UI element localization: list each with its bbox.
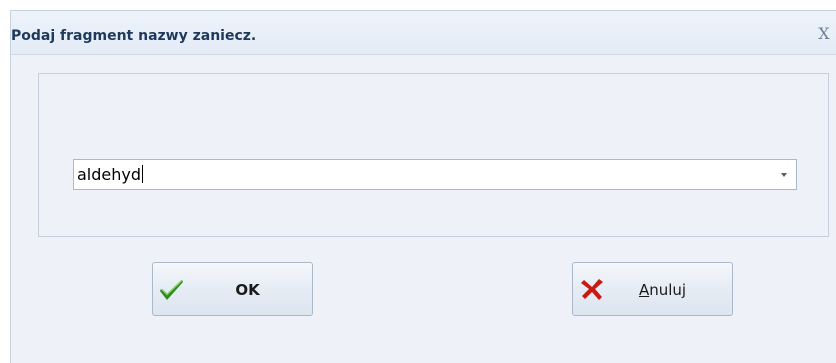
combobox-value[interactable]: aldehyd: [77, 165, 144, 184]
close-icon: X: [818, 24, 830, 43]
cancel-label-rest: nuluj: [649, 281, 687, 299]
combobox-value-text: aldehyd: [77, 165, 142, 184]
dropdown-button[interactable]: [776, 166, 792, 183]
text-caret: [142, 165, 144, 183]
dialog-titlebar: Podaj fragment nazwy zaniecz. X: [11, 11, 836, 55]
close-button[interactable]: X: [812, 23, 836, 45]
dialog-window: Podaj fragment nazwy zaniecz. X aldehyd …: [10, 10, 836, 363]
name-fragment-combobox[interactable]: aldehyd: [73, 159, 797, 190]
cancel-mnemonic: A: [638, 281, 650, 299]
ok-button-label: OK: [235, 281, 260, 299]
cancel-button-label: Anuluj: [573, 281, 732, 299]
input-panel: aldehyd: [38, 73, 829, 237]
cancel-button[interactable]: Anuluj: [572, 262, 733, 316]
dialog-title: Podaj fragment nazwy zaniecz.: [11, 28, 257, 44]
ok-button[interactable]: OK: [152, 262, 313, 316]
chevron-down-icon: [781, 172, 787, 177]
